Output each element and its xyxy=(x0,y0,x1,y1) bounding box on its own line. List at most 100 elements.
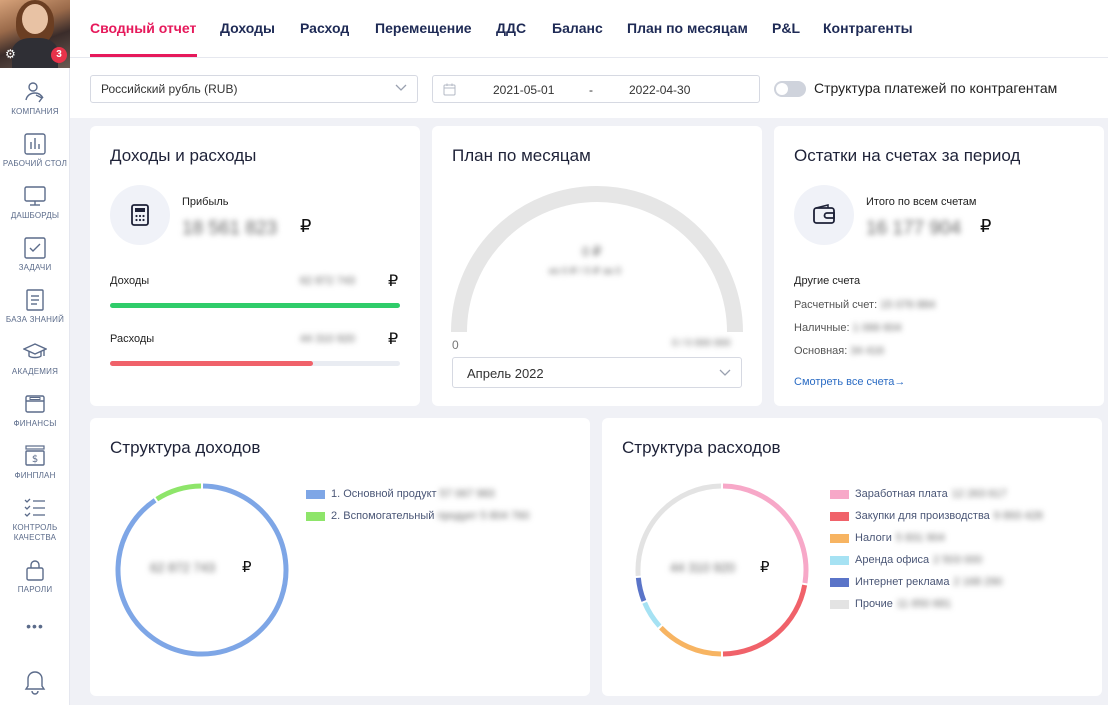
dollar-icon: $ xyxy=(25,445,45,466)
gear-icon[interactable]: ⚙ xyxy=(5,48,17,60)
legend-swatch xyxy=(830,577,849,587)
date-from-input[interactable]: 2021-05-01 xyxy=(493,83,554,97)
sidebar-item-tasks[interactable]: ЗАДАЧИ xyxy=(0,236,70,273)
card-title: Структура доходов xyxy=(110,438,261,457)
sidebar-item-label: КОМПАНИЯ xyxy=(11,107,59,116)
expense-value: 44 310 920 xyxy=(300,333,356,345)
graduation-cap-icon xyxy=(23,343,47,359)
currency-value: Российский рубль (RUB) xyxy=(101,82,238,96)
tab-counterparties[interactable]: Контрагенты xyxy=(823,20,913,36)
sidebar-item-company[interactable]: КОМПАНИЯ xyxy=(0,80,70,117)
legend-swatch xyxy=(830,555,849,565)
account-row: Основная: 34 416 xyxy=(794,345,884,357)
income-legend-item: 2. Вспомогательный продукт 5 804 760 xyxy=(306,510,529,522)
expense-legend-item: Прочие 11 650 681 xyxy=(830,598,951,610)
legend-label: Закупки для производства xyxy=(855,510,990,522)
card-title: Остатки на счетах за период xyxy=(794,146,1021,165)
calendar-icon xyxy=(443,83,456,96)
tab-transfer[interactable]: Перемещение xyxy=(375,20,472,36)
sidebar-item-label: ПАРОЛИ xyxy=(17,585,53,594)
total-value: 16 177 904 xyxy=(866,218,962,239)
income-expense-card: Доходы и расходы Прибыль 18 561 823 ₽ До… xyxy=(90,126,420,406)
sidebar-item-label: ФИНАНСЫ xyxy=(13,419,57,428)
sidebar-item-label: ЗАДАЧИ xyxy=(18,263,52,272)
legend-label: 2. Вспомогательный xyxy=(331,510,435,522)
wallet-icon xyxy=(25,395,45,413)
sidebar-item-quality-control[interactable]: КОНТРОЛЬ КАЧЕСТВА xyxy=(0,496,70,543)
checkbox-icon xyxy=(24,237,46,259)
legend-swatch xyxy=(306,511,325,521)
account-label: Основная: xyxy=(794,345,848,357)
currency-select[interactable]: Российский рубль (RUB) xyxy=(90,75,418,103)
profit-label: Прибыль xyxy=(182,196,229,208)
calculator-icon xyxy=(131,204,149,226)
expense-bar xyxy=(110,361,400,366)
calculator-icon-wrap xyxy=(110,185,170,245)
more-menu-button[interactable]: ••• xyxy=(0,618,70,634)
total-label: Итого по всем счетам xyxy=(866,196,977,208)
sidebar-item-passwords[interactable]: ПАРОЛИ xyxy=(0,558,70,595)
sidebar-item-label: БАЗА ЗНАНИЙ xyxy=(5,315,65,324)
monthly-plan-card: План по месяцам 0 ₽ из 0 ₽ / 0 ₽ за 0 0 … xyxy=(432,126,762,406)
gauge-min: 0 xyxy=(452,338,459,352)
expense-donut-segment xyxy=(722,584,808,657)
legend-label: Заработная плата xyxy=(855,488,948,500)
expense-donut-segment xyxy=(659,625,722,657)
tab-expense[interactable]: Расход xyxy=(300,20,349,36)
company-icon xyxy=(25,82,44,103)
legend-swatch xyxy=(830,511,849,521)
toggle-knob xyxy=(776,83,788,95)
income-donut-segment xyxy=(155,483,202,502)
sidebar-item-desktop[interactable]: РАБОЧИЙ СТОЛ xyxy=(0,132,70,169)
gauge-value: 0 ₽ xyxy=(582,244,602,259)
tab-monthly-plan[interactable]: План по месяцам xyxy=(627,20,748,36)
expense-legend-item: Заработная плата 12 263 617 xyxy=(830,488,1007,500)
month-select[interactable]: Апрель 2022 xyxy=(452,357,742,388)
tab-balance[interactable]: Баланс xyxy=(552,20,603,36)
tab-income[interactable]: Доходы xyxy=(220,20,275,36)
notification-badge: 3 xyxy=(51,47,67,63)
legend-value: 57 067 983 xyxy=(439,488,495,500)
lock-icon xyxy=(26,560,44,581)
legend-value: 5 831 904 xyxy=(895,532,945,544)
sidebar-item-academy[interactable]: АКАДЕМИЯ xyxy=(0,340,70,377)
sidebar-item-dashboards[interactable]: ДАШБОРДЫ xyxy=(0,184,70,221)
legend-value: продукт 5 804 760 xyxy=(437,510,530,522)
svg-text:$: $ xyxy=(32,454,38,465)
profit-value: 18 561 823 xyxy=(182,218,278,239)
expense-label: Расходы xyxy=(110,333,155,345)
gauge-max: 0 / 0 000 000 xyxy=(672,338,731,349)
see-all-accounts-link[interactable]: Смотреть все счета→ xyxy=(794,376,905,388)
expense-bar-fill xyxy=(110,361,313,366)
date-to-input[interactable]: 2022-04-30 xyxy=(629,83,690,97)
chevron-down-icon xyxy=(395,84,407,91)
legend-swatch xyxy=(306,489,325,499)
legend-label: Аренда офиса xyxy=(855,554,930,566)
tab-pnl[interactable]: P&L xyxy=(772,20,800,36)
legend-label: Прочие xyxy=(855,598,893,610)
tab-cashflow[interactable]: ДДС xyxy=(496,20,526,36)
date-separator: - xyxy=(589,83,593,97)
sidebar-item-finance[interactable]: ФИНАНСЫ xyxy=(0,392,70,429)
active-tab-indicator xyxy=(90,54,197,57)
user-avatar[interactable]: ⚙ 3 xyxy=(0,0,70,68)
legend-value: 11 650 681 xyxy=(896,598,952,610)
sidebar-item-label: РАБОЧИЙ СТОЛ xyxy=(2,159,68,168)
income-total: 62 872 743 xyxy=(150,560,216,575)
expense-legend-item: Закупки для производства 9 893 428 xyxy=(830,510,1043,522)
tab-summary[interactable]: Сводный отчет xyxy=(90,20,196,36)
legend-swatch xyxy=(830,599,849,609)
counterparty-structure-toggle[interactable] xyxy=(774,81,806,97)
account-label: Расчетный счет: xyxy=(794,299,878,311)
sidebar-item-knowledge-base[interactable]: БАЗА ЗНАНИЙ xyxy=(0,288,70,325)
currency-sign: ₽ xyxy=(980,216,992,236)
date-range-picker[interactable]: 2021-05-01 - 2022-04-30 xyxy=(432,75,760,103)
currency-sign: ₽ xyxy=(242,559,252,576)
sidebar-item-label: ДАШБОРДЫ xyxy=(10,211,60,220)
expense-legend-item: Налоги 5 831 904 xyxy=(830,532,945,544)
income-bar xyxy=(110,303,400,308)
bell-icon[interactable] xyxy=(24,670,46,696)
checklist-icon xyxy=(24,498,45,517)
sidebar-item-finplan[interactable]: $ ФИНПЛАН xyxy=(0,444,70,481)
toggle-label: Структура платежей по контрагентам xyxy=(814,80,1058,96)
